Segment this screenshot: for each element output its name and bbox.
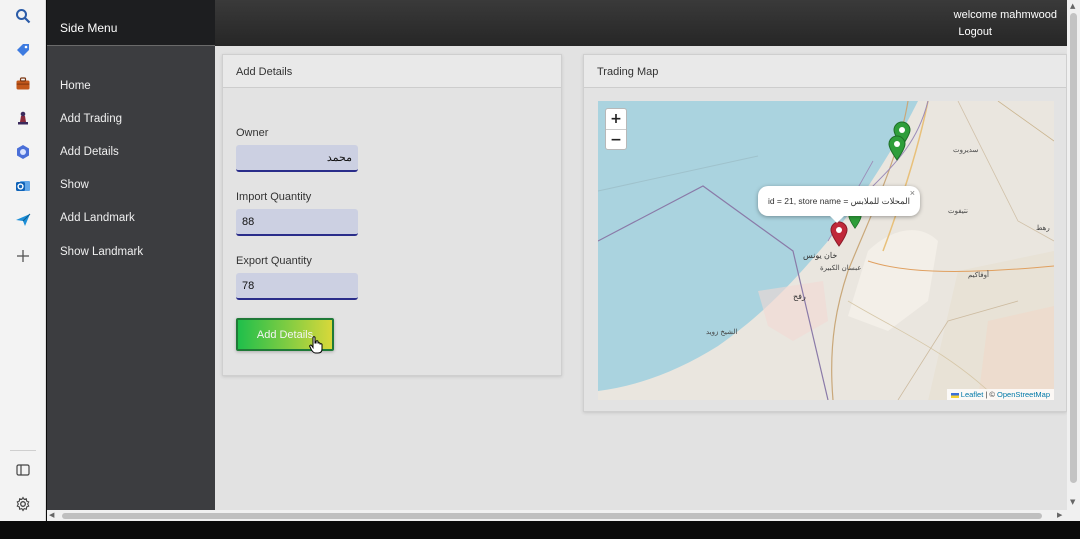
map-label-khan-younis: خان يونس <box>803 251 838 260</box>
vertical-scrollbar[interactable]: ▲ ▼ <box>1067 0 1080 521</box>
map-label-sderot: سديروت <box>953 147 979 154</box>
map-label-ofakim: أوفاكيم <box>968 272 989 279</box>
zoom-out-button[interactable]: − <box>606 129 626 149</box>
tag-icon[interactable] <box>11 38 35 62</box>
top-bar: welcome mahmwood Logout <box>215 0 1067 46</box>
side-menu-item-show[interactable]: Show <box>60 179 89 191</box>
search-icon[interactable] <box>11 4 35 28</box>
import-quantity-label: Import Quantity <box>236 191 312 203</box>
map-marker-red-icon[interactable] <box>830 221 848 247</box>
outlook-icon[interactable] <box>11 174 35 198</box>
side-menu: Side Menu Home Add Trading Add Details S… <box>47 0 215 510</box>
trading-map-panel: Trading Map خان يونس عبسان الكبيرة رفح ا… <box>583 54 1067 412</box>
owner-input[interactable] <box>236 145 358 172</box>
side-menu-item-add-trading[interactable]: Add Trading <box>60 113 122 125</box>
vertical-scrollbar-thumb[interactable] <box>1070 13 1077 483</box>
map-label-abasan: عبسان الكبيرة <box>820 265 862 272</box>
logout-link[interactable]: Logout <box>958 26 992 38</box>
add-icon[interactable] <box>11 244 35 268</box>
popup-close-button[interactable]: × <box>910 188 915 198</box>
add-details-button-label: Add Details <box>256 328 314 341</box>
map-attribution: Leaflet | © OpenStreetMap <box>946 389 1054 400</box>
side-menu-item-add-landmark[interactable]: Add Landmark <box>60 212 135 224</box>
map-label-rahat: رهط <box>1036 225 1050 232</box>
hand-cursor-icon <box>309 336 323 354</box>
import-quantity-input[interactable] <box>236 209 358 236</box>
horizontal-scrollbar[interactable]: ◀ ▶ <box>47 510 1067 521</box>
copilot-icon[interactable] <box>11 140 35 164</box>
scroll-left-icon[interactable]: ◀ <box>49 511 54 519</box>
icon-bar-divider <box>10 450 36 451</box>
attribution-separator: | © <box>983 390 998 399</box>
map-label-sheikh-zuweid: الشيخ زويد <box>706 329 738 336</box>
scroll-up-icon[interactable]: ▲ <box>1070 2 1075 10</box>
popup-tip <box>830 216 844 223</box>
zoom-in-button[interactable]: + <box>606 109 626 129</box>
export-quantity-label: Export Quantity <box>236 255 312 267</box>
side-menu-item-home[interactable]: Home <box>60 80 91 92</box>
welcome-text: welcome mahmwood <box>953 9 1057 21</box>
add-details-panel: Add Details Owner Import Quantity Export… <box>222 54 562 376</box>
scroll-right-icon[interactable]: ▶ <box>1057 511 1062 519</box>
trading-map-panel-title: Trading Map <box>584 55 1066 88</box>
chess-icon[interactable] <box>11 106 35 130</box>
map-label-netivot: نتيفوت <box>948 208 968 215</box>
browser-icon-bar <box>0 0 46 521</box>
leaflet-link[interactable]: Leaflet <box>961 390 984 399</box>
send-icon[interactable] <box>11 208 35 232</box>
horizontal-scrollbar-thumb[interactable] <box>62 513 1042 519</box>
side-menu-title: Side Menu <box>47 0 215 46</box>
add-details-panel-title: Add Details <box>223 55 561 88</box>
side-menu-item-add-details[interactable]: Add Details <box>60 146 119 158</box>
sidebar-toggle-icon[interactable] <box>11 458 35 482</box>
map-zoom-control: + − <box>605 108 627 150</box>
settings-icon[interactable] <box>11 492 35 516</box>
openstreetmap-link[interactable]: OpenStreetMap <box>997 390 1050 399</box>
scroll-down-icon[interactable]: ▼ <box>1070 498 1075 506</box>
map-marker-green-icon[interactable] <box>888 135 906 161</box>
map-label-rafah: رفح <box>793 292 806 301</box>
ukraine-flag-icon <box>950 392 959 398</box>
owner-label: Owner <box>236 127 269 139</box>
side-menu-item-show-landmark[interactable]: Show Landmark <box>60 246 143 258</box>
map-popup-text: id = 21, store name = المحلات للملابس <box>767 195 911 206</box>
map-popup: id = 21, store name = المحلات للملابس × <box>758 186 920 223</box>
export-quantity-input[interactable] <box>236 273 358 300</box>
briefcase-icon[interactable] <box>11 72 35 96</box>
trading-map[interactable]: خان يونس عبسان الكبيرة رفح الشيخ زويد سد… <box>598 101 1054 400</box>
main-content: Add Details Owner Import Quantity Export… <box>215 46 1067 510</box>
